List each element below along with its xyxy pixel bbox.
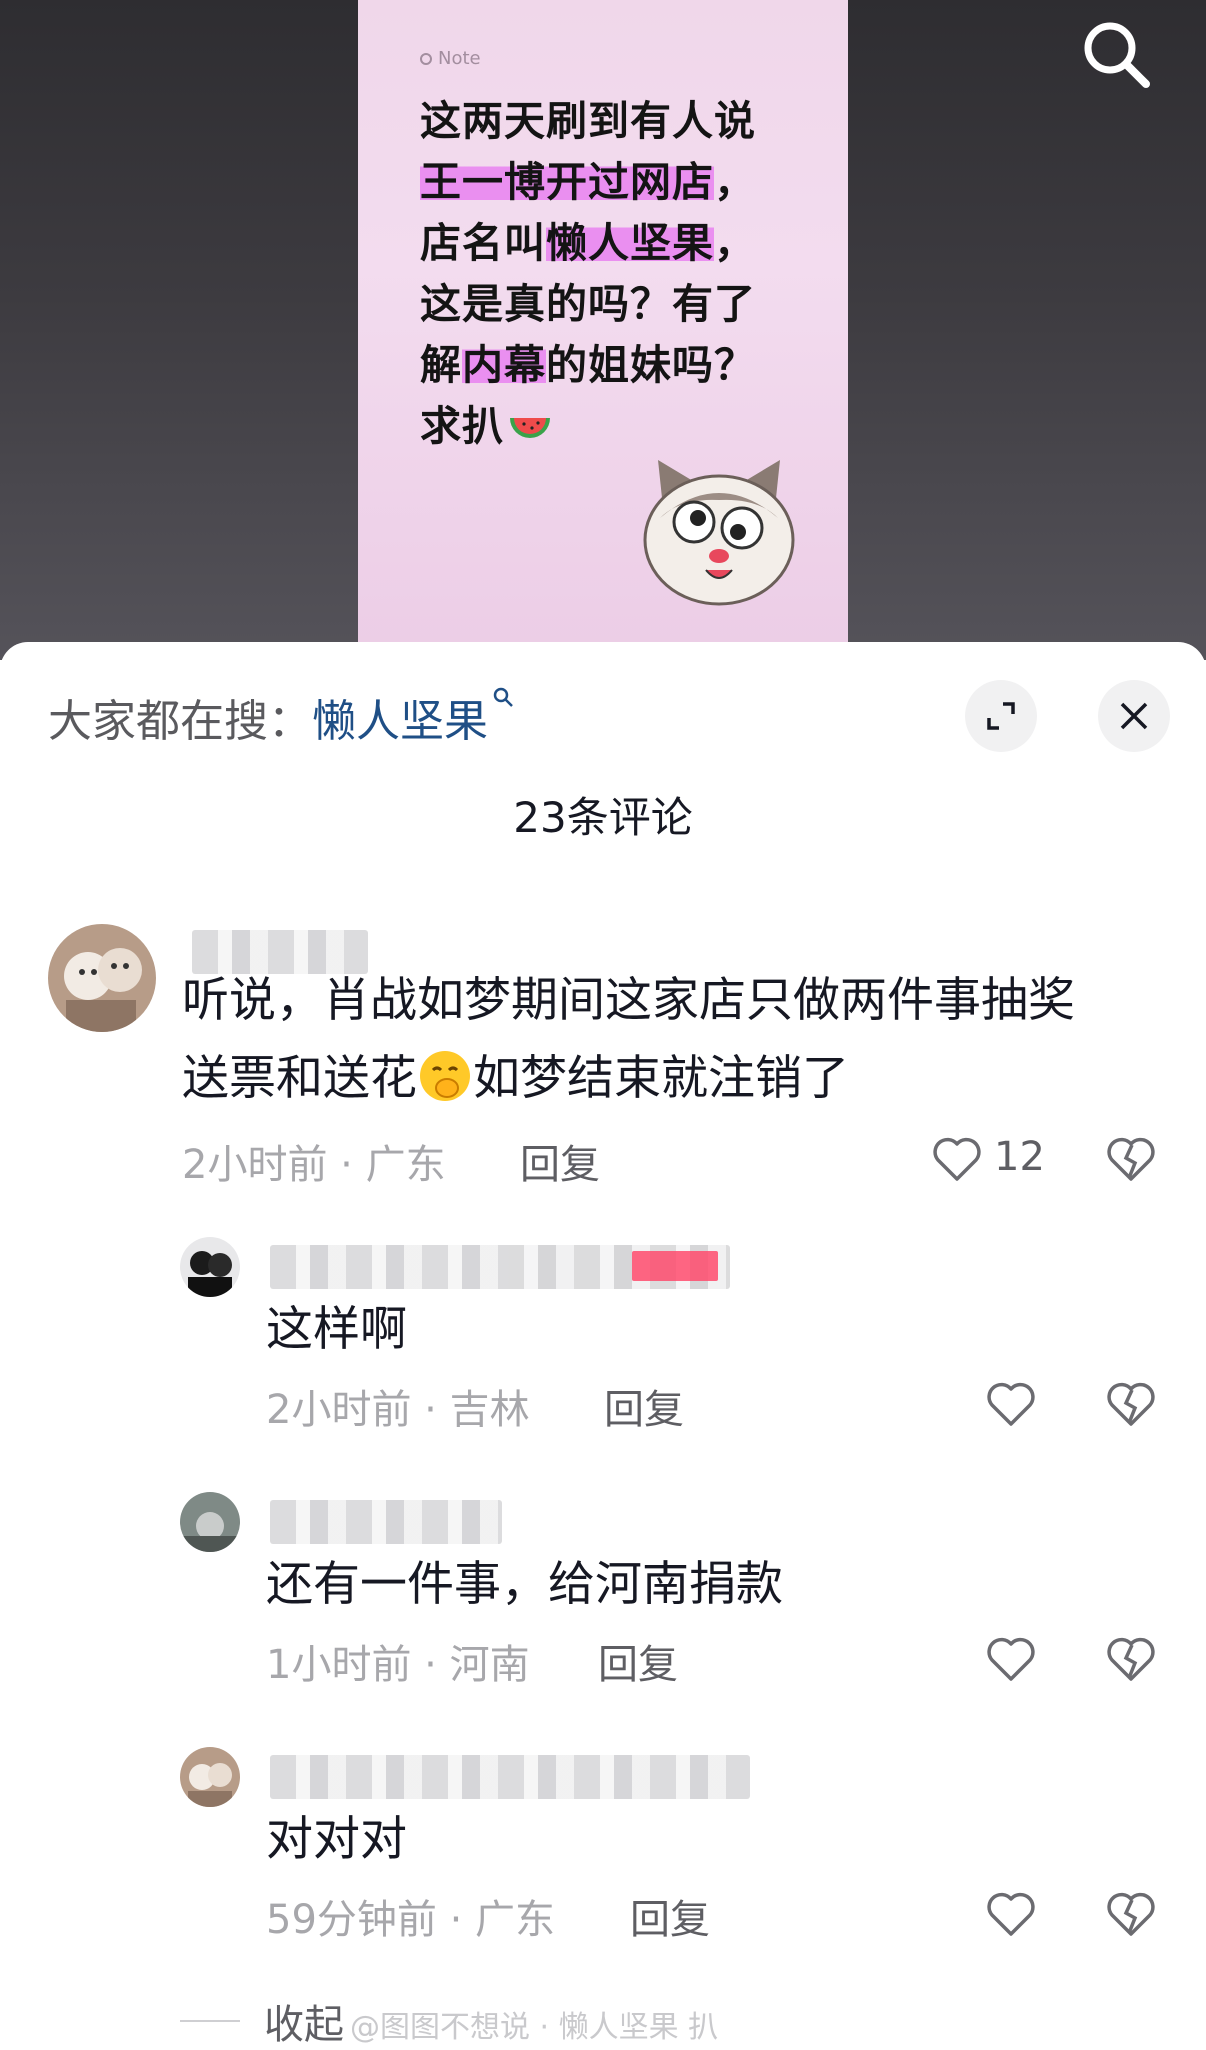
note-line: 这两天刷到有人说	[420, 97, 756, 145]
broken-heart-icon[interactable]	[1104, 1377, 1158, 1431]
username[interactable]	[270, 1755, 750, 1799]
cat-sticker	[643, 460, 795, 606]
avatar[interactable]	[180, 1747, 240, 1807]
note-line: 这是真的吗？有了	[420, 280, 756, 328]
search-icon[interactable]	[1076, 14, 1156, 94]
broken-heart-icon[interactable]	[1104, 1632, 1158, 1686]
heart-icon[interactable]	[930, 1132, 984, 1186]
comment-text: 还有一件事，给河南捐款	[266, 1557, 783, 1612]
comment-meta: 59分钟前 · 广东	[266, 1897, 556, 1943]
comment-text: 送票和送花 如梦结束就注销了	[182, 1040, 849, 1118]
watermelon-icon	[510, 418, 550, 438]
username[interactable]	[270, 1500, 502, 1544]
reply-item: 还有一件事，给河南捐款 1小时前 · 河南 回复	[0, 1482, 1206, 1712]
user-badge	[632, 1251, 718, 1281]
comment-text: 这样啊	[266, 1302, 407, 1357]
comment-meta: 2小时前 · 吉林	[266, 1387, 530, 1433]
note-line: 王一博开过网店，	[420, 158, 756, 206]
collapse-row: 收起	[180, 1992, 344, 2050]
note-line: 店名叫懒人坚果，	[420, 219, 756, 267]
comment-count: 23条评论	[513, 793, 693, 842]
close-button[interactable]	[1098, 680, 1170, 752]
username[interactable]	[270, 1245, 730, 1289]
reply-item: 这样啊 2小时前 · 吉林 回复	[0, 1227, 1206, 1457]
divider	[180, 2020, 240, 2022]
note-tag: Note	[420, 48, 848, 69]
close-icon	[1120, 702, 1148, 730]
like-count: 12	[994, 1134, 1045, 1180]
watermark: @图图不想说 · 懒人坚果 扒	[350, 2010, 719, 2045]
avatar[interactable]	[48, 924, 156, 1032]
reply-button[interactable]: 回复	[520, 1132, 600, 1190]
expand-button[interactable]	[965, 680, 1037, 752]
note-ring-icon	[420, 52, 432, 65]
search-hint-term[interactable]: 懒人坚果	[312, 685, 488, 749]
search-hint-label: 大家都在搜：	[48, 696, 312, 747]
comment-sheet: 大家都在搜： 懒人坚果 23条评论 听说，肖战如梦期间这家店只做两件事抽奖 送票…	[0, 642, 1206, 2048]
comment-meta: 1小时前 · 河南	[266, 1642, 530, 1688]
collapse-button[interactable]: 收起	[264, 1992, 344, 2050]
broken-heart-icon[interactable]	[1104, 1132, 1158, 1186]
reply-button[interactable]: 回复	[604, 1377, 684, 1435]
comment-item: 听说，肖战如梦期间这家店只做两件事抽奖 送票和送花 如梦结束就注销了 2小时前 …	[0, 912, 1206, 1202]
comment-text: 对对对	[266, 1812, 407, 1867]
avatar[interactable]	[180, 1237, 240, 1297]
note-line: 求扒	[420, 396, 848, 457]
expand-icon	[987, 702, 1015, 730]
comment-meta: 2小时前 · 广东	[182, 1142, 446, 1188]
note-line: 解内幕的姐妹吗？	[420, 341, 756, 389]
heart-icon[interactable]	[984, 1377, 1038, 1431]
heart-icon[interactable]	[984, 1887, 1038, 1941]
search-hint[interactable]: 大家都在搜： 懒人坚果	[48, 682, 514, 752]
reply-button[interactable]: 回复	[630, 1887, 710, 1945]
broken-heart-icon[interactable]	[1104, 1887, 1158, 1941]
heart-icon[interactable]	[984, 1632, 1038, 1686]
reply-item: 对对对 59分钟前 · 广东 回复	[0, 1737, 1206, 1967]
video-player[interactable]: Note 这两天刷到有人说 王一博开过网店， 店名叫懒人坚果， 这是真的吗？有了…	[0, 0, 1206, 660]
avatar[interactable]	[180, 1492, 240, 1552]
comment-text: 听说，肖战如梦期间这家店只做两件事抽奖	[182, 973, 1075, 1028]
shy-emoji-icon	[420, 1051, 470, 1101]
reply-button[interactable]: 回复	[598, 1632, 678, 1690]
search-icon	[493, 687, 513, 707]
